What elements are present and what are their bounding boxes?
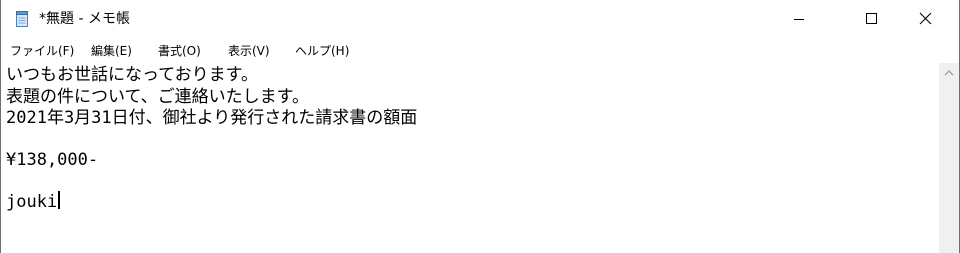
scroll-up-button[interactable]: [939, 63, 959, 83]
title-bar[interactable]: *無題 - メモ帳: [1, 0, 959, 38]
vertical-scrollbar[interactable]: [939, 63, 959, 253]
menu-view[interactable]: 表示(V): [228, 43, 270, 59]
editor-line: いつもお世話になっております。: [6, 65, 258, 85]
text-caret: [58, 191, 61, 209]
editor-line: jouki: [6, 192, 58, 212]
maximize-button[interactable]: [848, 0, 894, 38]
menu-format[interactable]: 書式(O): [158, 43, 201, 59]
menu-file[interactable]: ファイル(F): [10, 43, 74, 59]
editor-line: 2021年3月31日付、御社より発行された請求書の額面: [6, 108, 418, 128]
menu-bar: ファイル(F) 編集(E) 書式(O) 表示(V) ヘルプ(H): [1, 38, 959, 63]
window-title: *無題 - メモ帳: [39, 11, 130, 27]
minimize-button[interactable]: [776, 0, 822, 38]
editor-line: 表題の件について、ご連絡いたします。: [6, 87, 309, 107]
notepad-icon: [14, 11, 30, 27]
close-button[interactable]: [902, 0, 948, 38]
notepad-window: *無題 - メモ帳 ファイル(F) 編集(E) 書式(O) 表示(V) ヘルプ(…: [0, 0, 960, 253]
menu-edit[interactable]: 編集(E): [91, 43, 132, 59]
menu-help[interactable]: ヘルプ(H): [295, 43, 349, 59]
text-editor-area[interactable]: いつもお世話になっております。 表題の件について、ご連絡いたします。 2021年…: [1, 63, 939, 253]
editor-line: ¥138,000-: [6, 150, 99, 170]
